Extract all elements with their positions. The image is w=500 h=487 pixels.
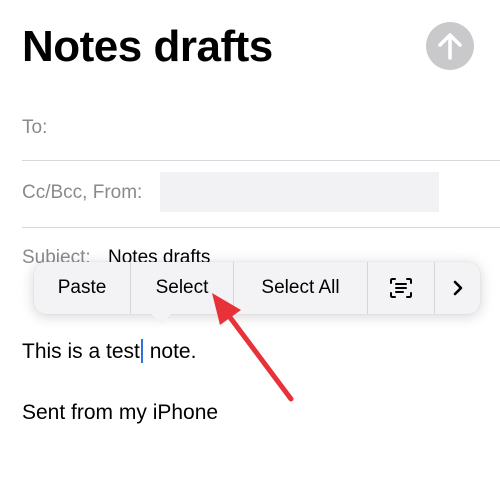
compose-screen: Notes drafts To: Cc/Bcc, From: Subject: … [0,0,500,487]
select-all-menu-item[interactable]: Select All [234,262,368,314]
body-text-before-cursor: This is a test [22,340,140,363]
menu-pointer [150,313,172,324]
scan-text-menu-item[interactable] [368,262,435,314]
edit-context-menu: Paste Select Select All [34,262,480,314]
more-menu-item[interactable] [435,262,480,314]
select-menu-item[interactable]: Select [131,262,234,314]
scan-text-icon [390,278,412,298]
body-text-after-cursor: note. [143,340,197,363]
divider [22,160,500,161]
send-button[interactable] [426,22,474,70]
divider [22,227,500,228]
signature-text[interactable]: Sent from my iPhone [22,400,218,426]
compose-title: Notes drafts [22,22,273,71]
text-cursor [140,339,143,363]
message-body-line[interactable]: This is a test note. [22,339,196,365]
to-label: To: [22,117,48,138]
ccbcc-from-label[interactable]: Cc/Bcc, From: [22,181,142,205]
paste-menu-item[interactable]: Paste [34,262,131,314]
from-field-redacted[interactable] [160,172,439,212]
arrow-up-icon [438,33,462,60]
to-field[interactable] [60,116,490,140]
chevron-right-icon [453,280,462,296]
